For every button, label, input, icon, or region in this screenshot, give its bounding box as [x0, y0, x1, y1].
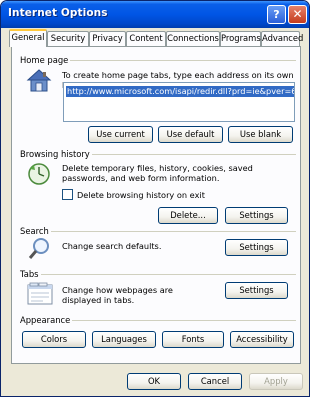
- use-default-label: Use default: [166, 129, 215, 139]
- accessibility-button[interactable]: Accessibility: [230, 331, 294, 348]
- search-description: Change search defaults.: [62, 241, 162, 251]
- tab-privacy[interactable]: Privacy: [89, 31, 126, 46]
- tabs-separator: [20, 274, 296, 275]
- house-icon: [26, 68, 52, 94]
- accessibility-label: Accessibility: [236, 334, 288, 344]
- cancel-label: Cancel: [200, 376, 230, 386]
- use-current-button[interactable]: Use current: [88, 126, 153, 143]
- tab-security[interactable]: Security: [47, 31, 89, 46]
- colors-button[interactable]: Colors: [22, 331, 86, 348]
- window-title: Internet Options: [8, 7, 108, 19]
- general-tab-panel: Home page To create home page tabs, type…: [11, 46, 301, 364]
- tab-advanced[interactable]: Advanced: [261, 31, 303, 46]
- close-button[interactable]: ✕: [288, 5, 307, 24]
- tabs-label: Tabs: [20, 269, 41, 279]
- delete-history-on-exit-checkbox[interactable]: [62, 189, 73, 200]
- tabs-settings-label: Settings: [239, 285, 274, 295]
- use-blank-label: Use blank: [239, 129, 282, 139]
- tabs-settings-button[interactable]: Settings: [225, 282, 288, 299]
- history-clock-icon: [27, 161, 53, 187]
- ok-label: OK: [147, 376, 161, 386]
- use-current-label: Use current: [96, 129, 145, 139]
- home-page-url-text: http://www.microsoft.com/isapi/redir.dll…: [66, 86, 294, 97]
- use-default-button[interactable]: Use default: [158, 126, 223, 143]
- search-label: Search: [20, 226, 51, 236]
- appearance-label: Appearance: [20, 315, 73, 325]
- browsing-history-description: Delete temporary files, history, cookies…: [62, 163, 253, 183]
- magnifier-icon: [28, 237, 52, 261]
- colors-label: Colors: [40, 334, 68, 344]
- delete-history-label: Delete...: [170, 210, 206, 220]
- languages-button[interactable]: Languages: [92, 331, 156, 348]
- tabs-description: Change how webpages are displayed in tab…: [62, 285, 173, 305]
- tab-content[interactable]: Content: [126, 31, 166, 46]
- search-settings-button[interactable]: Settings: [225, 239, 288, 256]
- apply-label: Apply: [264, 376, 288, 386]
- home-page-label: Home page: [20, 55, 71, 65]
- internet-options-dialog: Internet Options ? ✕ General Security Pr…: [0, 0, 310, 397]
- apply-button[interactable]: Apply: [249, 373, 303, 390]
- languages-label: Languages: [101, 334, 147, 344]
- ok-button[interactable]: OK: [127, 373, 181, 390]
- help-button[interactable]: ?: [267, 5, 286, 24]
- cancel-button[interactable]: Cancel: [188, 373, 242, 390]
- history-settings-button[interactable]: Settings: [225, 207, 288, 224]
- home-page-url-textarea[interactable]: http://www.microsoft.com/isapi/redir.dll…: [63, 82, 295, 122]
- delete-history-button[interactable]: Delete...: [158, 207, 218, 224]
- fonts-label: Fonts: [181, 334, 205, 344]
- search-settings-label: Settings: [239, 242, 274, 252]
- history-settings-label: Settings: [239, 210, 274, 220]
- delete-history-on-exit-label: Delete browsing history on exit: [77, 190, 205, 200]
- tab-connections[interactable]: Connections: [166, 31, 220, 46]
- search-separator: [20, 231, 296, 232]
- use-blank-button[interactable]: Use blank: [228, 126, 293, 143]
- tab-general[interactable]: General: [9, 29, 47, 47]
- tab-programs[interactable]: Programs: [220, 31, 261, 46]
- tabbed-window-icon: [27, 282, 53, 306]
- browsing-history-label: Browsing history: [20, 149, 92, 159]
- title-bar[interactable]: Internet Options ? ✕: [1, 1, 309, 28]
- fonts-button[interactable]: Fonts: [162, 331, 224, 348]
